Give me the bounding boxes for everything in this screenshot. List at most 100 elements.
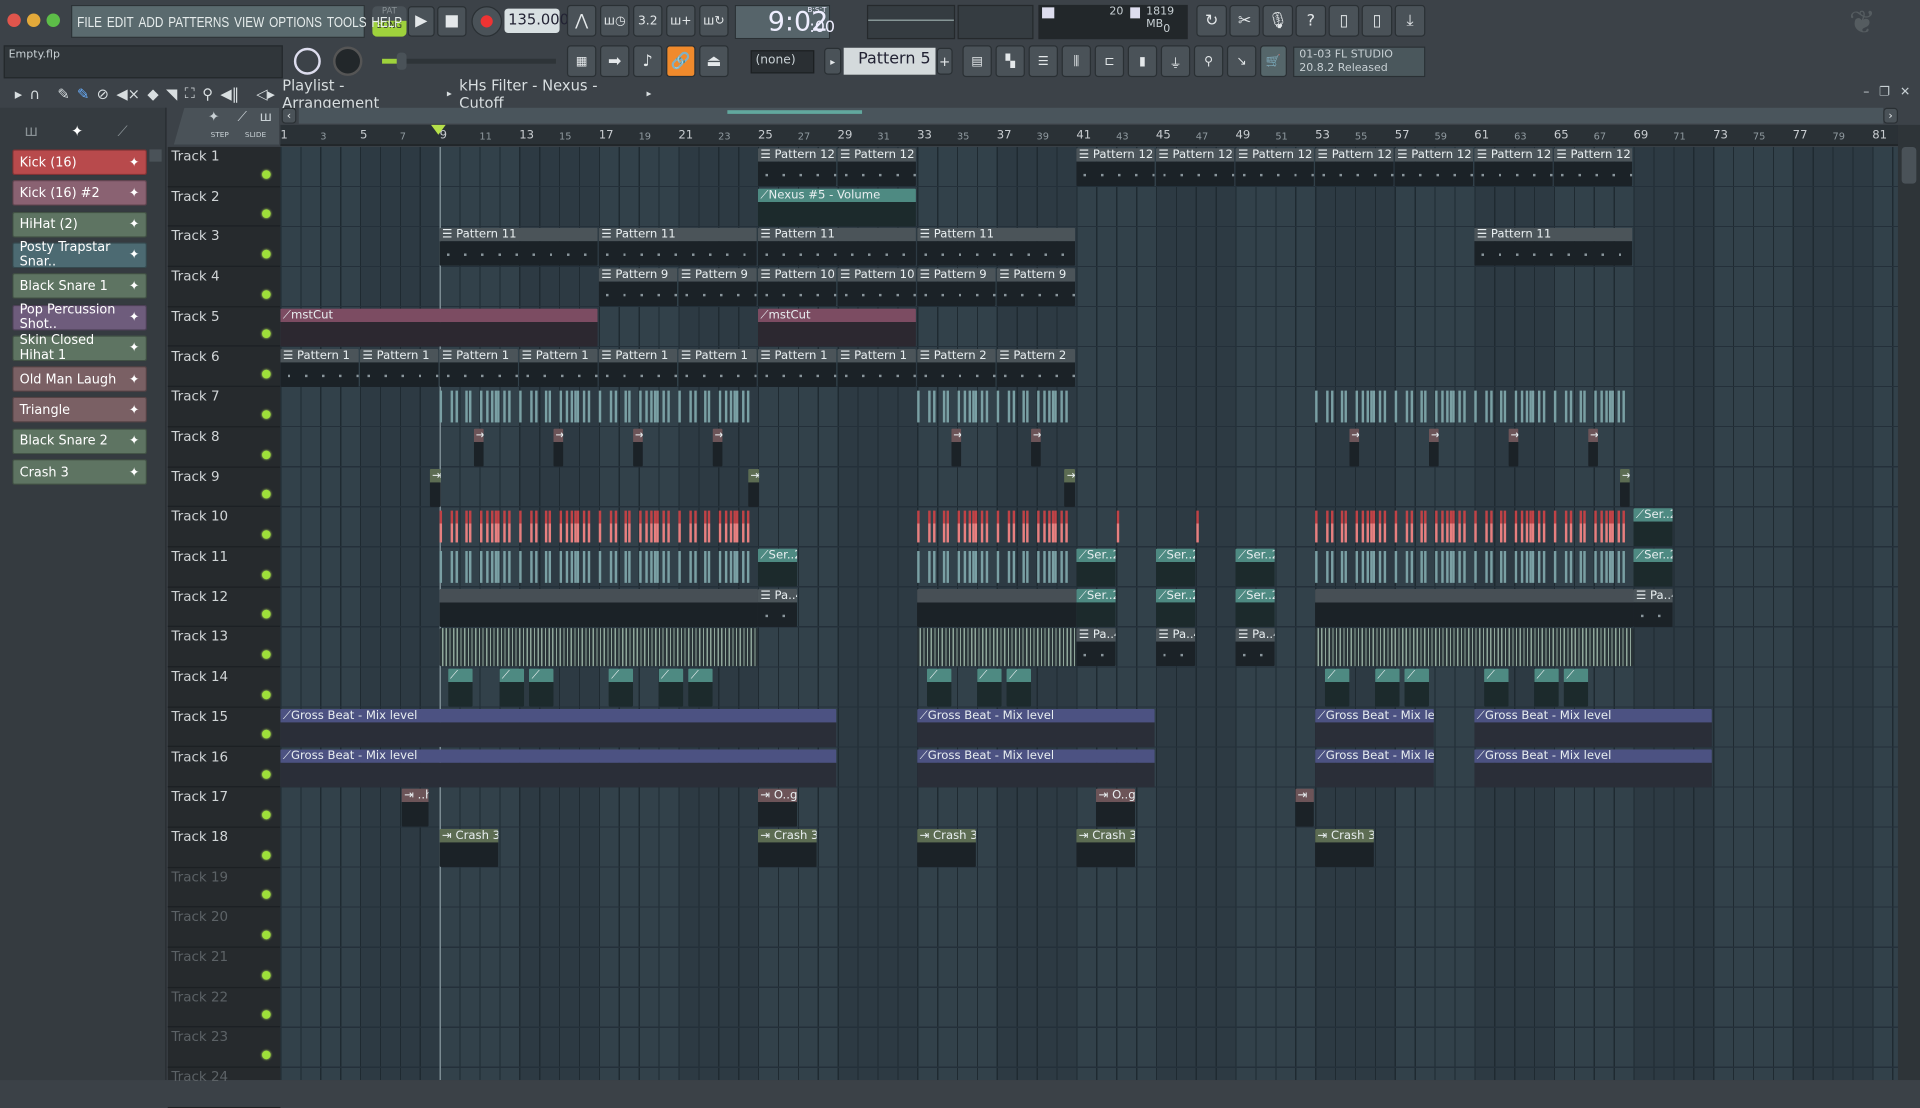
channel-button[interactable]: Black Snare 1 ✦ [12, 273, 147, 300]
wait-input-icon[interactable]: ш◷ [600, 4, 630, 37]
note-hit[interactable] [1485, 510, 1488, 543]
note-hit[interactable] [736, 390, 739, 423]
playlist-clip[interactable]: ⟋Ser..2 [1076, 548, 1115, 587]
track-enable-led[interactable] [262, 890, 271, 900]
note-hit[interactable] [1361, 551, 1365, 583]
export-icon[interactable]: ⤓ [1394, 4, 1426, 37]
note-hit[interactable] [1043, 551, 1046, 583]
note-hit[interactable] [1340, 551, 1344, 583]
picker-audio-icon[interactable]: ✦ [71, 122, 83, 139]
note-hit[interactable] [1583, 551, 1587, 583]
note-hit[interactable] [1026, 510, 1030, 543]
plugin-icon[interactable]: ⏚ [1160, 45, 1191, 78]
menu-help[interactable]: HELP [371, 13, 402, 30]
metronome-icon[interactable]: ⋀ [566, 4, 597, 37]
note-hit[interactable] [455, 510, 458, 543]
note-hit[interactable] [519, 510, 522, 543]
note-hit[interactable] [985, 551, 989, 583]
note-hit[interactable] [503, 510, 506, 543]
note-hit[interactable] [1515, 390, 1518, 423]
note-hit[interactable] [963, 510, 967, 543]
playlist-clip[interactable]: ⟋Ser..2 [1155, 588, 1195, 627]
track-enable-led[interactable] [262, 690, 271, 699]
arrow-icon[interactable]: ➡ [600, 45, 630, 78]
note-hit[interactable] [1452, 390, 1455, 423]
note-hit[interactable] [469, 510, 472, 543]
small-clip[interactable]: ⇥ [1030, 428, 1042, 467]
note-hit[interactable] [1537, 510, 1541, 543]
note-hit[interactable] [1521, 390, 1524, 423]
note-hit[interactable] [1441, 390, 1444, 423]
picker-patterns-icon[interactable]: ш [24, 122, 37, 139]
note-hit[interactable] [1355, 510, 1359, 543]
time-display[interactable]: 9:02 :00 B:S:T [734, 4, 835, 40]
small-clip[interactable]: ⟋ [1006, 668, 1032, 707]
track-enable-led[interactable] [262, 770, 271, 780]
note-hit[interactable] [1405, 390, 1409, 423]
note-hit[interactable] [1378, 510, 1382, 543]
playlist-clip[interactable]: ☰ Pattern 10 [837, 268, 916, 307]
note-hit[interactable] [1424, 551, 1428, 583]
track-name[interactable]: Track 24 [171, 1069, 228, 1085]
note-hit[interactable] [1326, 551, 1329, 583]
clip-group[interactable] [439, 628, 758, 667]
note-hit[interactable] [609, 510, 613, 543]
note-hit[interactable] [480, 390, 483, 423]
note-hit[interactable] [450, 551, 453, 583]
save-icon[interactable]: ▯ [1328, 4, 1360, 37]
playlist-clip[interactable]: ☰ Pattern 12 [1553, 148, 1633, 187]
note-hit[interactable] [1622, 510, 1625, 543]
note-hit[interactable] [662, 390, 665, 423]
note-hit[interactable] [1424, 390, 1428, 423]
draw-tool-icon[interactable]: ✎ [57, 85, 69, 102]
note-hit[interactable] [1043, 390, 1046, 423]
playlist-clip[interactable]: ☰ Pattern 12 [1394, 148, 1474, 187]
download-icon[interactable]: ↘ [1226, 45, 1257, 78]
note-hit[interactable] [1060, 551, 1063, 583]
note-hit[interactable] [1515, 551, 1518, 583]
note-hit[interactable] [656, 390, 659, 423]
small-clip[interactable]: ⟋ [529, 668, 554, 707]
link-icon[interactable]: 🔗 [666, 45, 696, 78]
options-arrow-icon[interactable]: ▸ [15, 85, 22, 102]
note-hit[interactable] [957, 510, 961, 543]
track-enable-led[interactable] [262, 730, 271, 739]
note-hit[interactable] [689, 390, 692, 423]
note-hit[interactable] [1326, 510, 1329, 543]
playlist-clip[interactable]: ⟋Gross Beat - Mix level [280, 708, 837, 747]
track-enable-led[interactable] [262, 450, 271, 459]
note-hit[interactable] [704, 510, 707, 543]
note-hit[interactable] [689, 551, 692, 583]
master-volume-knob[interactable] [293, 47, 321, 75]
note-hit[interactable] [667, 390, 670, 423]
note-hit[interactable] [465, 551, 468, 583]
note-hit[interactable] [933, 510, 936, 543]
channel-button[interactable]: Skin Closed Hihat 1 ✦ [12, 333, 147, 363]
note-hit[interactable] [565, 510, 569, 543]
track-header[interactable]: Track 22 [167, 988, 281, 1028]
note-hit[interactable] [996, 510, 1000, 543]
note-hit[interactable] [582, 551, 586, 583]
small-clip[interactable]: ⇥ [473, 428, 485, 467]
note-hit[interactable] [535, 551, 538, 583]
playlist-clip[interactable]: ⟋Ser..2 [1235, 548, 1275, 587]
track-header[interactable]: Track 9 [167, 467, 281, 508]
note-hit[interactable] [480, 551, 483, 583]
note-hit[interactable] [1583, 390, 1587, 423]
note-hit[interactable] [980, 510, 984, 543]
playlist-clip[interactable]: ⟋Gross Beat - Mix level [917, 748, 1155, 787]
playlist-clip[interactable]: ☰ Pattern 11 [757, 228, 916, 267]
track-header[interactable]: Track 21 [167, 948, 281, 988]
small-clip[interactable]: ⟋ [658, 668, 684, 707]
note-hit[interactable] [694, 551, 697, 583]
channel-rack-icon[interactable]: ☰ [1028, 45, 1058, 78]
track-header[interactable]: Track 3 [167, 227, 281, 268]
note-hit[interactable] [486, 551, 489, 583]
playlist-clip[interactable]: ☰ Pattern 1 [598, 348, 678, 387]
small-clip[interactable]: ⟋ [1563, 668, 1589, 707]
note-hit[interactable] [943, 551, 946, 583]
note-hit[interactable] [559, 390, 563, 423]
note-hit[interactable] [1340, 390, 1344, 423]
note-hit[interactable] [549, 510, 552, 543]
note-hit[interactable] [1583, 510, 1587, 543]
